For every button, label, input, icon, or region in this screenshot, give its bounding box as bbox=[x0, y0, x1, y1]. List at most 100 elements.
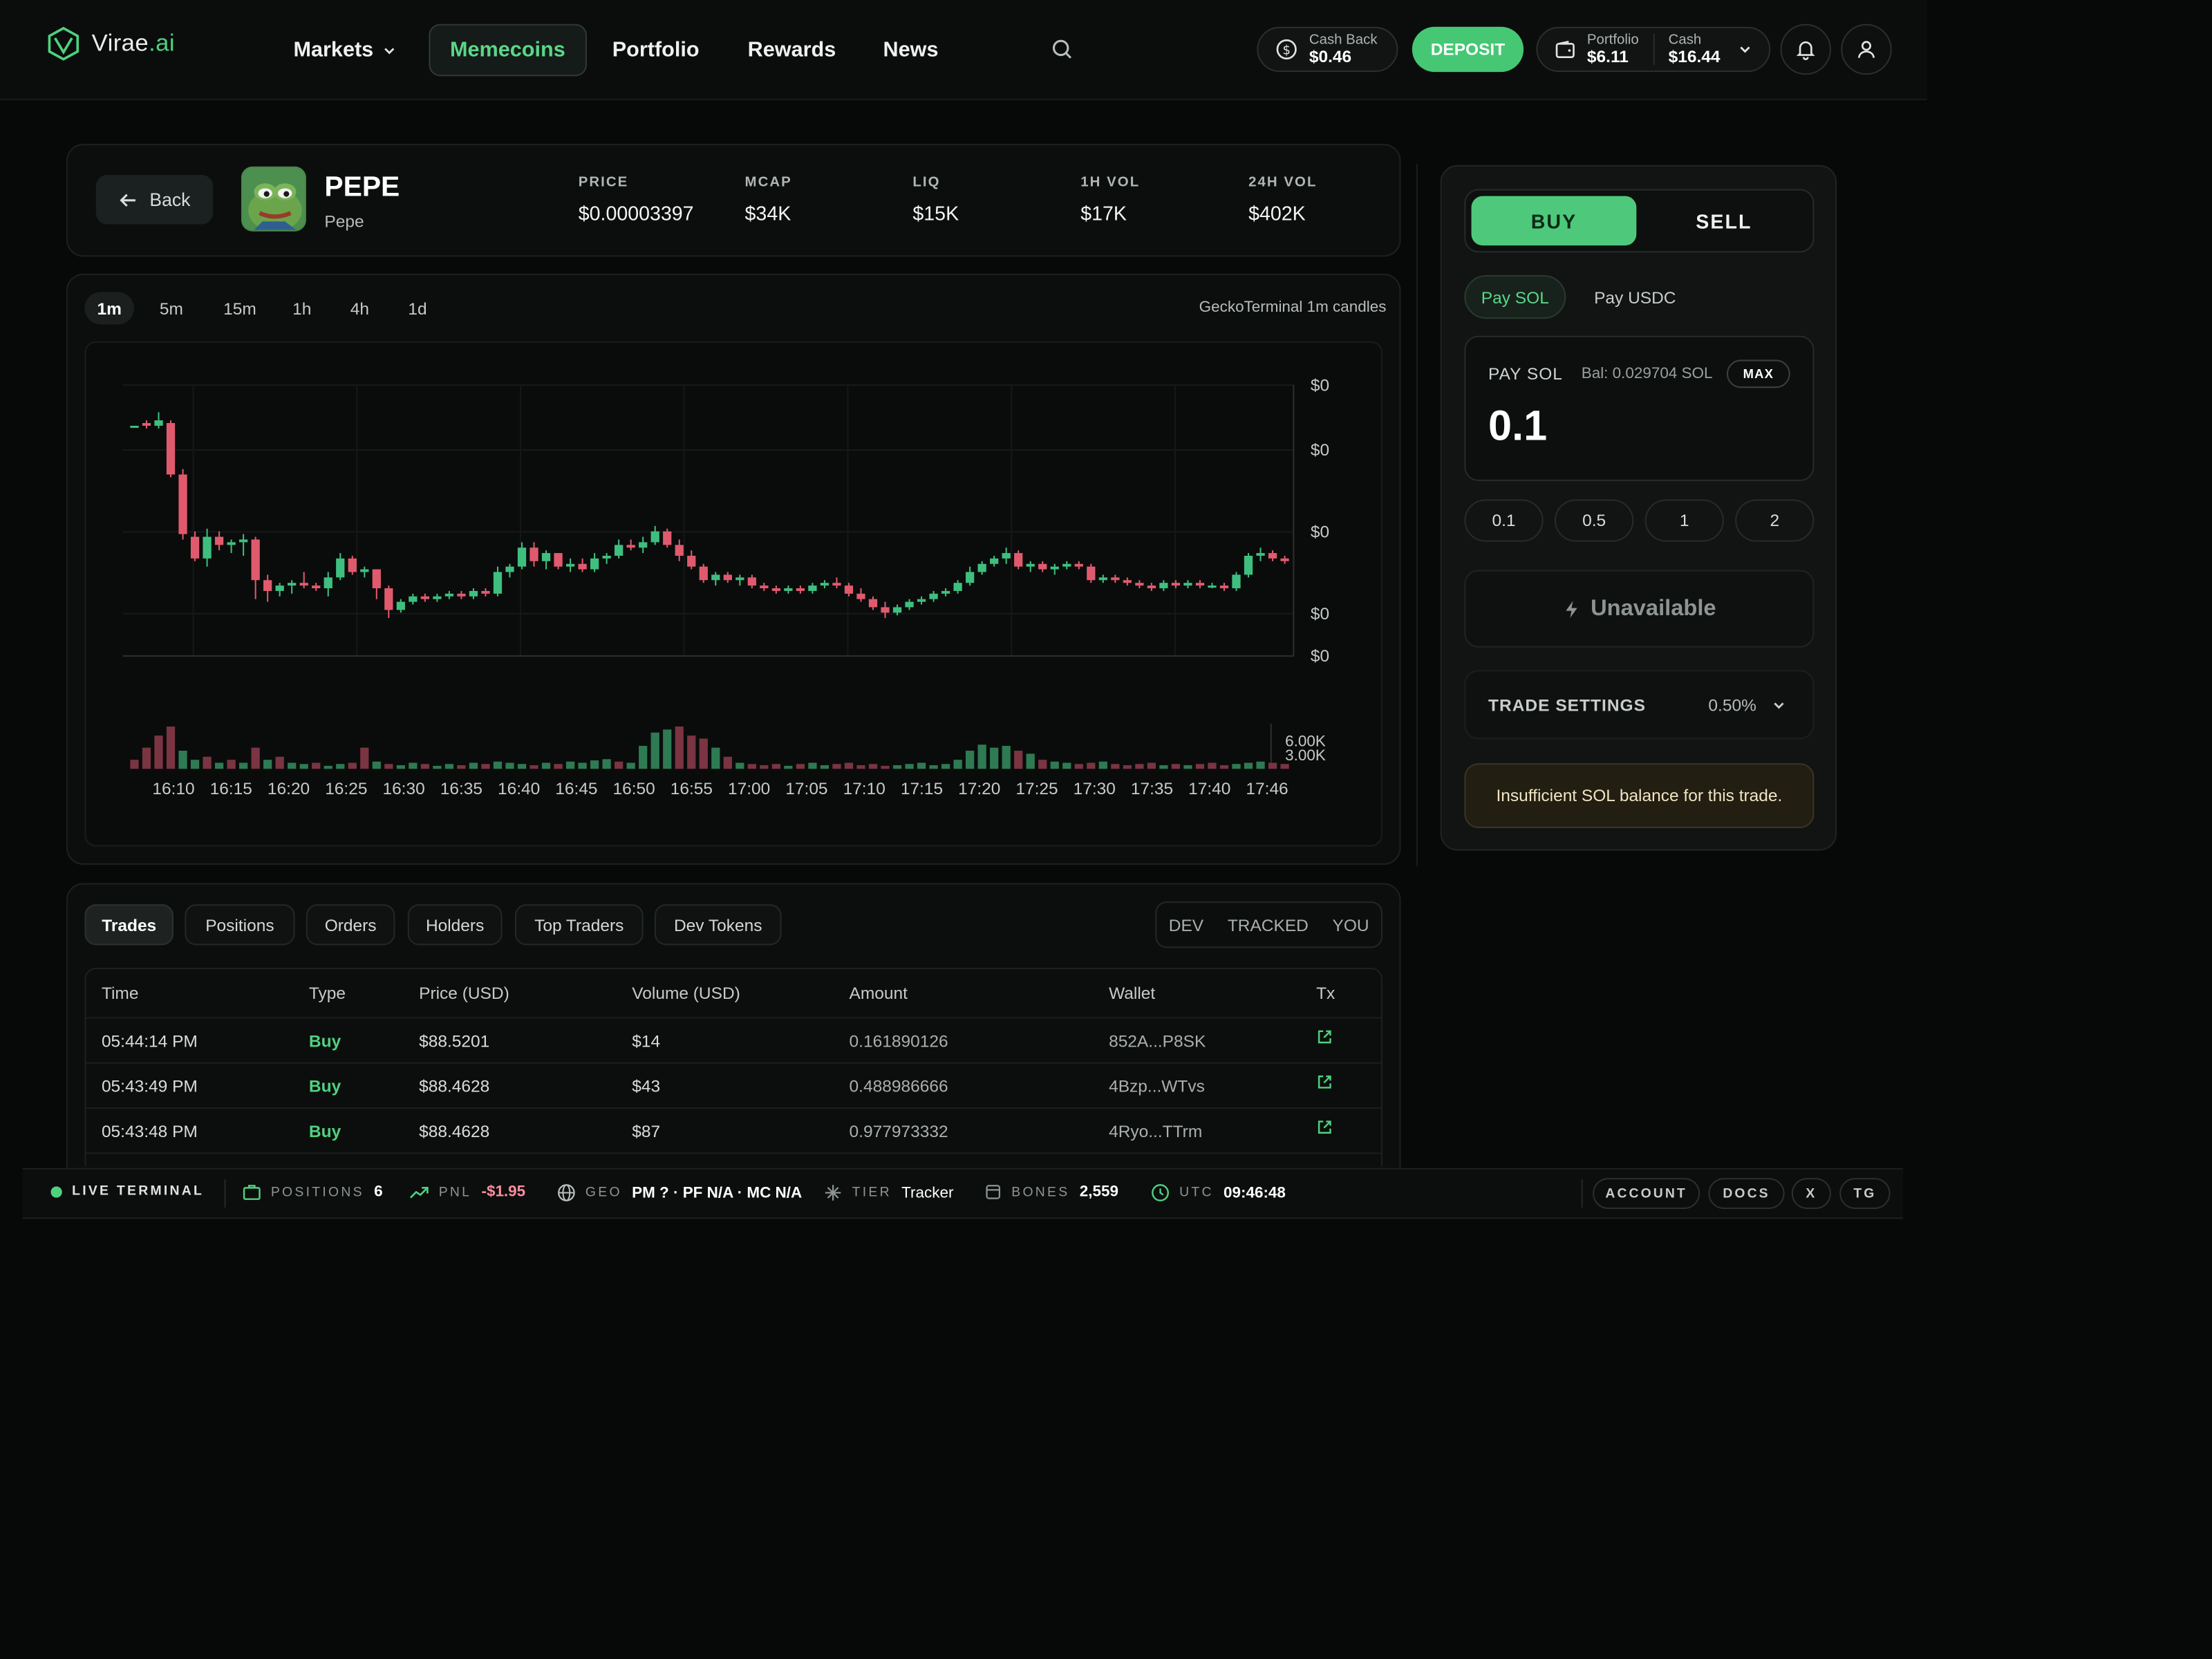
tab-orders[interactable]: Orders bbox=[306, 904, 395, 946]
max-button[interactable]: MAX bbox=[1726, 359, 1790, 388]
tab-top-traders[interactable]: Top Traders bbox=[514, 904, 644, 946]
price-chart[interactable]: $0 $0 $0 $0 $0 6.00K 3.00K 16:10 16:15 16:20 16:25… bbox=[84, 341, 1382, 847]
candle-body bbox=[384, 588, 393, 610]
timeframe-4h[interactable]: 4h bbox=[339, 292, 381, 324]
notifications-button[interactable] bbox=[1780, 24, 1831, 75]
timeframe-15m[interactable]: 15m bbox=[213, 292, 267, 324]
tier-status: TIER Tracker bbox=[824, 1183, 953, 1202]
trade-price: $88.4628 bbox=[419, 1076, 490, 1096]
tab-positions[interactable]: Positions bbox=[185, 904, 295, 946]
volume-bar bbox=[1038, 760, 1047, 769]
pay-amount-input[interactable]: 0.1 bbox=[1488, 404, 1547, 451]
deposit-button[interactable]: DEPOSIT bbox=[1412, 26, 1524, 73]
positions-status[interactable]: POSITIONS 6 bbox=[243, 1183, 383, 1201]
time-tick-label: 17:25 bbox=[1015, 780, 1058, 798]
preset-amount[interactable]: 0.1 bbox=[1464, 499, 1544, 542]
token-name: Pepe bbox=[324, 212, 364, 232]
column-time[interactable]: Time bbox=[102, 983, 139, 1003]
volume-bar bbox=[493, 761, 503, 769]
volume-bar bbox=[977, 744, 986, 769]
trade-volume: $14 bbox=[632, 1031, 661, 1051]
nav-news[interactable]: News bbox=[863, 24, 958, 77]
nav-rewards[interactable]: Rewards bbox=[728, 24, 856, 77]
chevron-down-icon[interactable] bbox=[1770, 697, 1787, 713]
trade-wallet[interactable]: 4Bzp...WTvs bbox=[1109, 1076, 1205, 1096]
volume-bar bbox=[1002, 746, 1011, 769]
candle-body bbox=[675, 545, 684, 556]
tab-holders[interactable]: Holders bbox=[407, 904, 503, 946]
timeframe-5m[interactable]: 5m bbox=[147, 292, 196, 324]
sell-tab[interactable]: SELL bbox=[1640, 196, 1807, 245]
preset-amount[interactable]: 2 bbox=[1735, 499, 1815, 542]
back-button[interactable]: Back bbox=[95, 175, 214, 225]
table-row-divider bbox=[86, 1062, 1381, 1064]
filter-you[interactable]: YOU bbox=[1333, 915, 1369, 935]
stat-value: $0.00003397 bbox=[578, 201, 694, 225]
column-wallet[interactable]: Wallet bbox=[1109, 983, 1155, 1003]
brand-logo[interactable]: Virae.ai bbox=[46, 26, 175, 62]
volume-bar bbox=[263, 760, 272, 769]
volume-bar bbox=[784, 765, 793, 769]
status-divider bbox=[224, 1179, 226, 1208]
external-link-icon bbox=[1318, 1075, 1331, 1089]
column-type[interactable]: Type bbox=[309, 983, 346, 1003]
stat-label: 1H VOL bbox=[1080, 175, 1141, 191]
nav-markets[interactable]: Markets bbox=[274, 24, 418, 77]
candle-body bbox=[602, 555, 611, 559]
volume-bar bbox=[675, 727, 684, 769]
volume-bar bbox=[384, 764, 393, 769]
buy-tab[interactable]: BUY bbox=[1471, 196, 1637, 246]
trade-wallet[interactable]: 4Ryo...TTrm bbox=[1109, 1121, 1202, 1141]
wallet-summary[interactable]: Portfolio $6.11 Cash $16.44 bbox=[1536, 26, 1771, 73]
tab-dev-tokens[interactable]: Dev Tokens bbox=[654, 904, 782, 946]
column-tx[interactable]: Tx bbox=[1316, 983, 1335, 1003]
timeframe-1m[interactable]: 1m bbox=[84, 292, 134, 325]
candle-body bbox=[626, 545, 635, 548]
tx-link[interactable] bbox=[1316, 1029, 1333, 1045]
column-volume[interactable]: Volume (USD) bbox=[632, 983, 740, 1003]
token-avatar bbox=[241, 166, 306, 232]
docs-button[interactable]: DOCS bbox=[1708, 1178, 1785, 1209]
trade-wallet[interactable]: 852A...P8SK bbox=[1109, 1031, 1206, 1051]
candle-body bbox=[299, 583, 308, 586]
preset-amount[interactable]: 0.5 bbox=[1554, 499, 1634, 542]
telegram-button[interactable]: TG bbox=[1839, 1178, 1891, 1209]
search-button[interactable] bbox=[1051, 38, 1074, 61]
timeframe-1d[interactable]: 1d bbox=[398, 292, 438, 324]
cashback-pill[interactable]: $ Cash Back $0.46 bbox=[1257, 26, 1398, 73]
volume-bar bbox=[1014, 750, 1023, 769]
nav-portfolio[interactable]: Portfolio bbox=[592, 24, 719, 77]
stat-1h-vol: 1H VOL $17K bbox=[1080, 175, 1140, 224]
table-divider bbox=[86, 1017, 1381, 1019]
pepe-frog-icon bbox=[243, 167, 305, 230]
pay-usdc-tab[interactable]: Pay USDC bbox=[1579, 275, 1691, 319]
tx-link[interactable] bbox=[1316, 1118, 1333, 1135]
filter-dev[interactable]: DEV bbox=[1169, 915, 1203, 935]
candlestick-chart[interactable]: $0$0$0$0$06.00K3.00K16:10 16:15 16:20 16:25… bbox=[86, 343, 1382, 847]
trade-time: 05:44:14 PM bbox=[101, 1031, 198, 1051]
pay-sol-tab[interactable]: Pay SOL bbox=[1464, 274, 1566, 319]
tx-link[interactable] bbox=[1316, 1074, 1333, 1090]
candle-body bbox=[808, 585, 817, 591]
volume-bar bbox=[1256, 761, 1265, 769]
volume-bar bbox=[372, 761, 381, 769]
utc-label: UTC bbox=[1179, 1185, 1214, 1201]
nav-memecoins[interactable]: Memecoins bbox=[429, 24, 587, 77]
filter-tracked[interactable]: TRACKED bbox=[1228, 915, 1309, 935]
candle-body bbox=[856, 593, 865, 599]
x-social-button[interactable]: X bbox=[1791, 1178, 1831, 1209]
sparkle-icon bbox=[825, 1185, 841, 1201]
candle-body bbox=[1159, 583, 1168, 589]
timeframe-1h[interactable]: 1h bbox=[282, 292, 321, 324]
volume-bar bbox=[420, 764, 430, 769]
preset-amount[interactable]: 1 bbox=[1644, 499, 1724, 542]
profile-button[interactable] bbox=[1841, 24, 1892, 75]
column-price[interactable]: Price (USD) bbox=[419, 983, 509, 1003]
account-button[interactable]: ACCOUNT bbox=[1593, 1178, 1700, 1209]
candle-body bbox=[917, 599, 926, 602]
candle-body bbox=[650, 531, 659, 543]
time-tick-label: 17:20 bbox=[958, 780, 1000, 798]
submit-trade-button[interactable]: Unavailable bbox=[1464, 570, 1815, 648]
tab-trades[interactable]: Trades bbox=[84, 904, 174, 946]
column-amount[interactable]: Amount bbox=[850, 983, 908, 1003]
